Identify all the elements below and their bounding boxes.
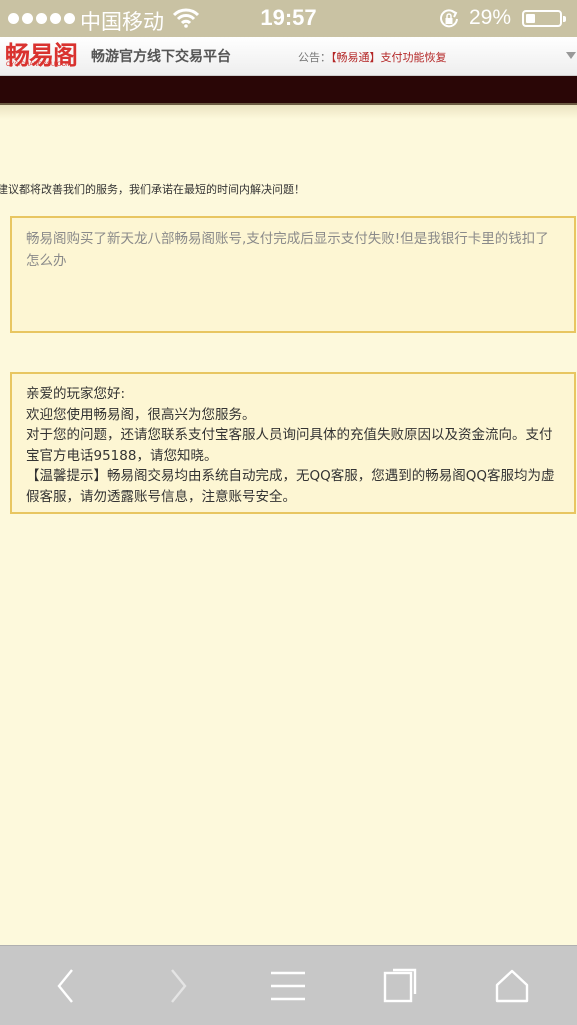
question-text: 畅易阁购买了新天龙八部畅易阁账号,支付完成后显示支付失败!但是我银行卡里的钱扣了… xyxy=(10,216,576,333)
nav-shadow-divider xyxy=(0,105,577,119)
back-button[interactable] xyxy=(42,964,90,1008)
answer-body: 对于您的问题，还请您联系支付宝客服人员询问具体的充值失败原因以及资金流向。支付宝… xyxy=(26,427,553,464)
browser-toolbar xyxy=(0,945,577,1025)
battery-icon xyxy=(522,10,566,27)
back-icon xyxy=(57,969,73,1003)
answer-greeting: 亲爱的玩家您好: xyxy=(26,386,126,402)
forward-button[interactable] xyxy=(154,964,202,1008)
notice-bar[interactable]: 公告：【畅易通】支付功能恢复 xyxy=(298,49,447,65)
notice-label: 公告： xyxy=(298,51,331,64)
answer-panel: 亲爱的玩家您好: 欢迎您使用畅易阁，很高兴为您服务。 对于您的问题，还请您联系支… xyxy=(10,372,576,514)
site-header: 畅易阁 CYG.CHANGYOU.COM 畅游官方线下交易平台 公告：【畅易通】… xyxy=(0,37,577,76)
bookmarks-icon xyxy=(271,971,305,1001)
chevron-down-icon[interactable] xyxy=(566,52,576,60)
tabs-icon xyxy=(383,968,417,1003)
status-bar: 中国移动 19:57 29% xyxy=(0,0,577,37)
intro-text: 建议都将改善我们的服务，我们承诺在最短的时间内解决问题！ xyxy=(0,183,305,196)
battery-percent: 29% xyxy=(469,6,512,29)
home-icon xyxy=(495,969,529,1003)
bookmarks-button[interactable] xyxy=(264,964,312,1008)
site-slogan: 畅游官方线下交易平台 xyxy=(91,49,231,65)
logo-subtext: CYG.CHANGYOU.COM xyxy=(6,62,72,68)
home-button[interactable] xyxy=(488,964,536,1008)
answer-tip: 【温馨提示】畅易阁交易均由系统自动完成，无QQ客服，您遇到的畅易阁QQ客服均为虚… xyxy=(26,468,555,505)
notice-link[interactable]: 【畅易通】支付功能恢复 xyxy=(331,51,447,64)
site-logo[interactable]: 畅易阁 CYG.CHANGYOU.COM xyxy=(5,37,81,73)
tabs-button[interactable] xyxy=(376,964,424,1008)
answer-welcome: 欢迎您使用畅易阁，很高兴为您服务。 xyxy=(26,406,256,423)
top-navigation-bar xyxy=(0,76,577,105)
rotation-lock-icon xyxy=(440,9,458,28)
forward-icon xyxy=(171,969,187,1003)
